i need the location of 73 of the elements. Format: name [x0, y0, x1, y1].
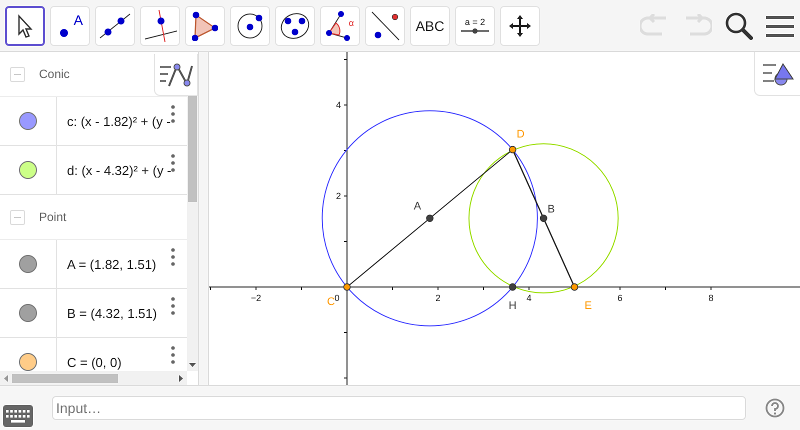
visibility-dot[interactable] — [19, 255, 37, 273]
point-marker[interactable] — [540, 214, 548, 222]
algebra-expression[interactable]: c: (x - 1.82)² + (y - — [57, 114, 171, 128]
point-marker[interactable] — [570, 283, 578, 291]
point-icon — [59, 28, 69, 38]
circle-curve[interactable] — [322, 110, 538, 326]
line-icon — [98, 10, 132, 40]
point-line-icon — [369, 10, 401, 42]
input-field[interactable]: Input… — [52, 396, 746, 420]
group-title: Point — [39, 210, 66, 224]
axis-tick-label: −2 — [250, 293, 262, 303]
point-label: A — [74, 12, 83, 28]
point-label: H — [508, 300, 517, 312]
visibility-dot[interactable] — [19, 353, 37, 371]
perpendicular-lines-icon — [143, 8, 177, 42]
slider-icon — [460, 28, 490, 34]
scroll-down-icon[interactable] — [189, 363, 196, 367]
angle-icon — [326, 10, 350, 40]
graph-style-button[interactable] — [154, 54, 198, 96]
more-options-icon[interactable] — [171, 346, 175, 364]
graphics-view[interactable]: −2 0 2 4 6 8 4 2 D A B C H E — [209, 52, 800, 385]
axis-tick-label: 8 — [708, 293, 714, 303]
collapse-toggle[interactable] — [10, 210, 25, 224]
algebra-expression[interactable]: C = (0, 0) — [57, 354, 122, 370]
arrow-cursor-icon — [17, 14, 33, 38]
point-label: A — [414, 200, 422, 212]
keyboard-icon[interactable] — [3, 405, 33, 427]
move-arrows-icon — [508, 14, 532, 38]
axis-tick-label: 0 — [334, 293, 340, 303]
ellipse-icon — [279, 10, 311, 40]
help-icon[interactable] — [765, 398, 785, 418]
algebra-expression[interactable]: B = (4.32, 1.51) — [57, 306, 157, 320]
visibility-dot[interactable] — [19, 112, 37, 130]
algebra-expression[interactable]: A = (1.82, 1.51) — [57, 256, 156, 272]
point-label: C — [327, 296, 335, 308]
triangle-icon — [192, 10, 218, 40]
point-label: E — [584, 300, 592, 312]
axis-tick-label: 4 — [336, 100, 341, 110]
point-marker[interactable] — [426, 214, 434, 222]
axis-tick-label: 2 — [436, 293, 440, 303]
more-options-icon[interactable] — [171, 105, 175, 123]
tool-button[interactable]: α — [320, 6, 360, 46]
angle-label: α — [348, 18, 354, 28]
visibility-dot[interactable] — [19, 304, 37, 322]
shapes-style-icon — [762, 60, 794, 86]
menu-icon[interactable] — [766, 14, 794, 38]
axis-tick-label: 6 — [618, 293, 622, 303]
scroll-right-icon[interactable] — [179, 374, 183, 382]
point-marker[interactable] — [508, 283, 516, 291]
horizontal-scrollbar[interactable] — [0, 371, 187, 385]
circle-icon — [235, 10, 265, 40]
graphics-style-button[interactable] — [754, 52, 800, 96]
tool-button[interactable] — [5, 6, 45, 46]
axis-tick-label: 4 — [526, 293, 532, 303]
point-label: B — [548, 203, 555, 216]
point-label: D — [516, 128, 525, 141]
more-options-icon[interactable] — [171, 297, 175, 315]
more-options-icon[interactable] — [171, 248, 175, 266]
tool-button[interactable]: A — [50, 6, 90, 46]
more-options-icon[interactable] — [171, 154, 175, 172]
slider-label: a = 2 — [464, 17, 486, 27]
axis-tick-label: 2 — [336, 191, 341, 201]
group-title: Conic — [39, 67, 70, 81]
point-marker[interactable] — [508, 146, 516, 154]
graph-style-icon — [159, 62, 193, 88]
point-marker[interactable] — [343, 283, 351, 291]
visibility-dot[interactable] — [19, 161, 37, 179]
algebra-expression[interactable]: d: (x - 4.32)² + (y - — [57, 162, 172, 178]
collapse-toggle[interactable] — [10, 66, 25, 82]
vertical-scrollbar[interactable] — [187, 96, 198, 371]
tool-button[interactable]: a = 2 — [455, 6, 495, 46]
search-icon[interactable] — [724, 10, 754, 40]
tool-button[interactable]: ABC — [410, 6, 450, 46]
